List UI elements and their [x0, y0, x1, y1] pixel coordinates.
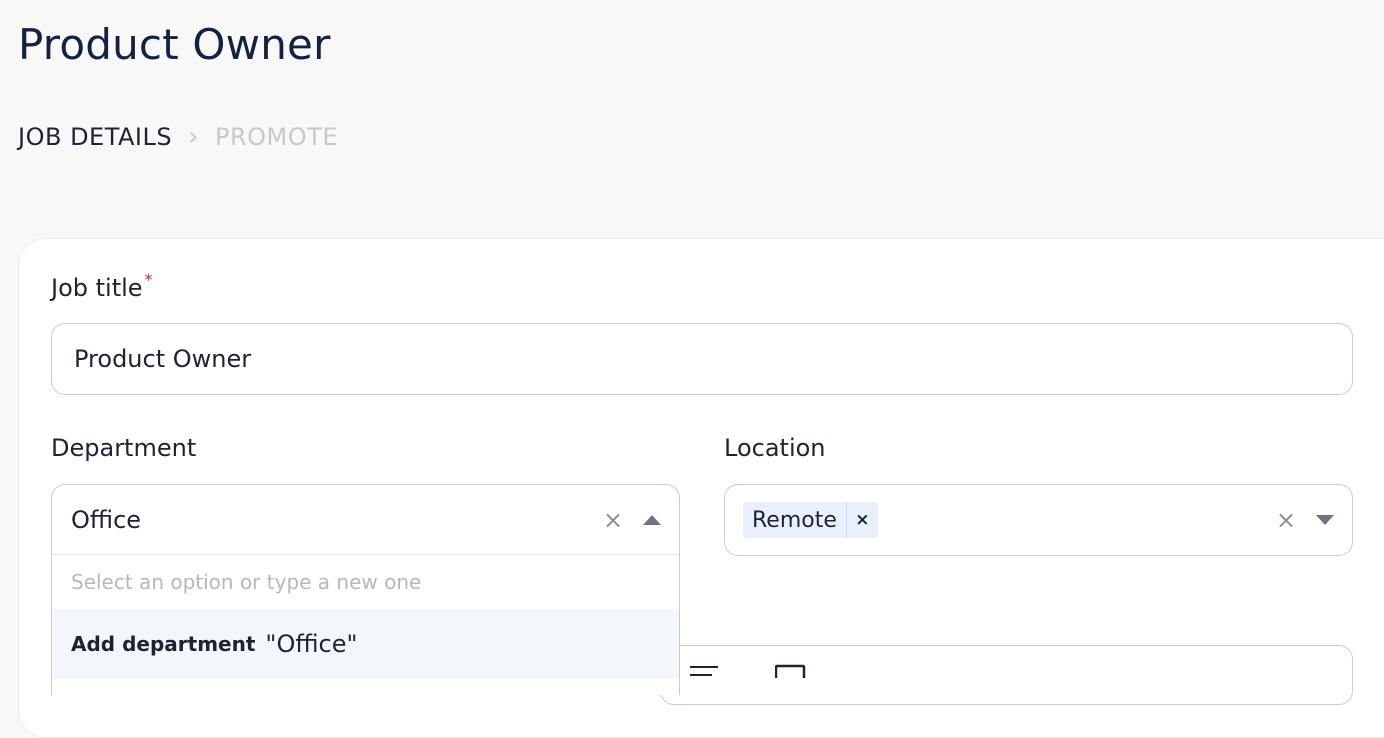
stepper: JOB DETAILS › PROMOTE [18, 122, 338, 152]
add-department-prefix: Add department [71, 632, 256, 656]
close-icon[interactable]: × [1270, 508, 1302, 532]
tag-remove-icon[interactable]: × [845, 502, 878, 538]
caret-up-icon[interactable] [643, 514, 661, 525]
location-tag-label: Remote [752, 507, 837, 533]
caret-down-icon[interactable] [1316, 515, 1334, 525]
add-department-option[interactable]: Add department "Office" [52, 609, 679, 679]
department-label: Department [51, 434, 197, 462]
department-dropdown-search[interactable]: Select an option or type a new one [52, 555, 679, 609]
chevron-right-icon: › [188, 122, 200, 152]
step-job-details[interactable]: JOB DETAILS [18, 123, 172, 151]
job-title-value: Product Owner [74, 345, 252, 373]
page-title: Product Owner [18, 20, 331, 69]
dropdown-placeholder: Select an option or type a new one [71, 570, 422, 594]
job-title-label: Job title * [51, 270, 153, 302]
step-promote[interactable]: PROMOTE [215, 123, 338, 151]
department-value: Office [71, 505, 142, 534]
description-editor[interactable] [660, 645, 1353, 705]
required-mark: * [144, 270, 153, 289]
location-tag: Remote × [743, 502, 878, 538]
job-title-label-text: Job title [51, 274, 143, 302]
job-title-input[interactable]: Product Owner [51, 323, 1353, 395]
location-select[interactable]: Remote × × [724, 484, 1353, 556]
image-icon[interactable] [774, 663, 807, 682]
add-department-value: "Office" [265, 630, 358, 658]
close-icon[interactable]: × [597, 508, 629, 532]
department-select[interactable]: Office × [51, 484, 680, 555]
align-icon[interactable] [690, 663, 720, 682]
department-dropdown-menu: Select an option or type a new one Add d… [51, 555, 680, 695]
location-label: Location [724, 434, 826, 462]
